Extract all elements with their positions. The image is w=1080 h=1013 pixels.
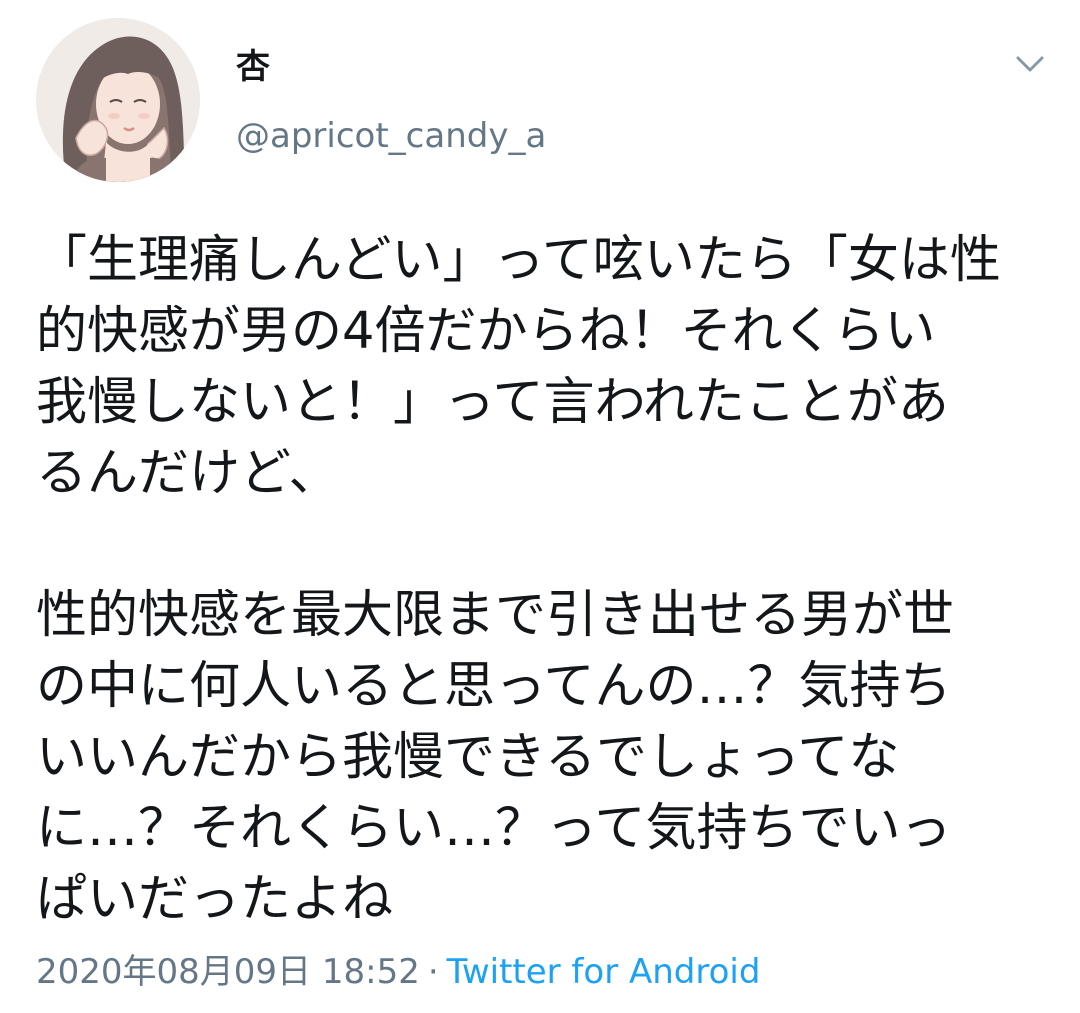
tweet-line: 我慢しないと！」って言われたことがあ: [36, 373, 949, 432]
tweet-timestamp[interactable]: 2020年08月09日 18:52: [36, 952, 420, 992]
tweet-line: 「生理痛しんどい」って呟いたら「女は性: [36, 231, 1001, 290]
user-handle[interactable]: @apricot_candy_a: [236, 114, 546, 158]
tweet-source-link[interactable]: Twitter for Android: [447, 952, 761, 992]
meta-separator: ·: [427, 952, 439, 992]
tweet-text: 「生理痛しんどい」って呟いたら「女は性 的快感が男の4倍だからね！それくらい 我…: [36, 225, 1046, 935]
avatar[interactable]: [36, 18, 200, 182]
chevron-down-icon[interactable]: [1008, 42, 1052, 86]
tweet-line: に…？それくらい…？って気持ちでいっ: [36, 799, 952, 858]
avatar-illustration: [36, 18, 200, 182]
tweet-line: ぱいだったよね: [36, 870, 394, 929]
display-name[interactable]: 杏: [236, 45, 270, 89]
tweet-header: 杏 @apricot_candy_a: [0, 0, 1080, 200]
tweet-line: の中に何人いると思ってんの…？気持ち: [36, 657, 952, 716]
tweet-meta: 2020年08月09日 18:52 · Twitter for Android: [36, 948, 760, 996]
tweet-line: いいんだから我慢できるでしょってな: [36, 728, 900, 787]
tweet-line: るんだけど、: [36, 444, 340, 503]
tweet-line: 性的快感を最大限まで引き出せる男が世: [36, 586, 955, 645]
tweet-line: 的快感が男の4倍だからね！それくらい: [36, 302, 936, 361]
